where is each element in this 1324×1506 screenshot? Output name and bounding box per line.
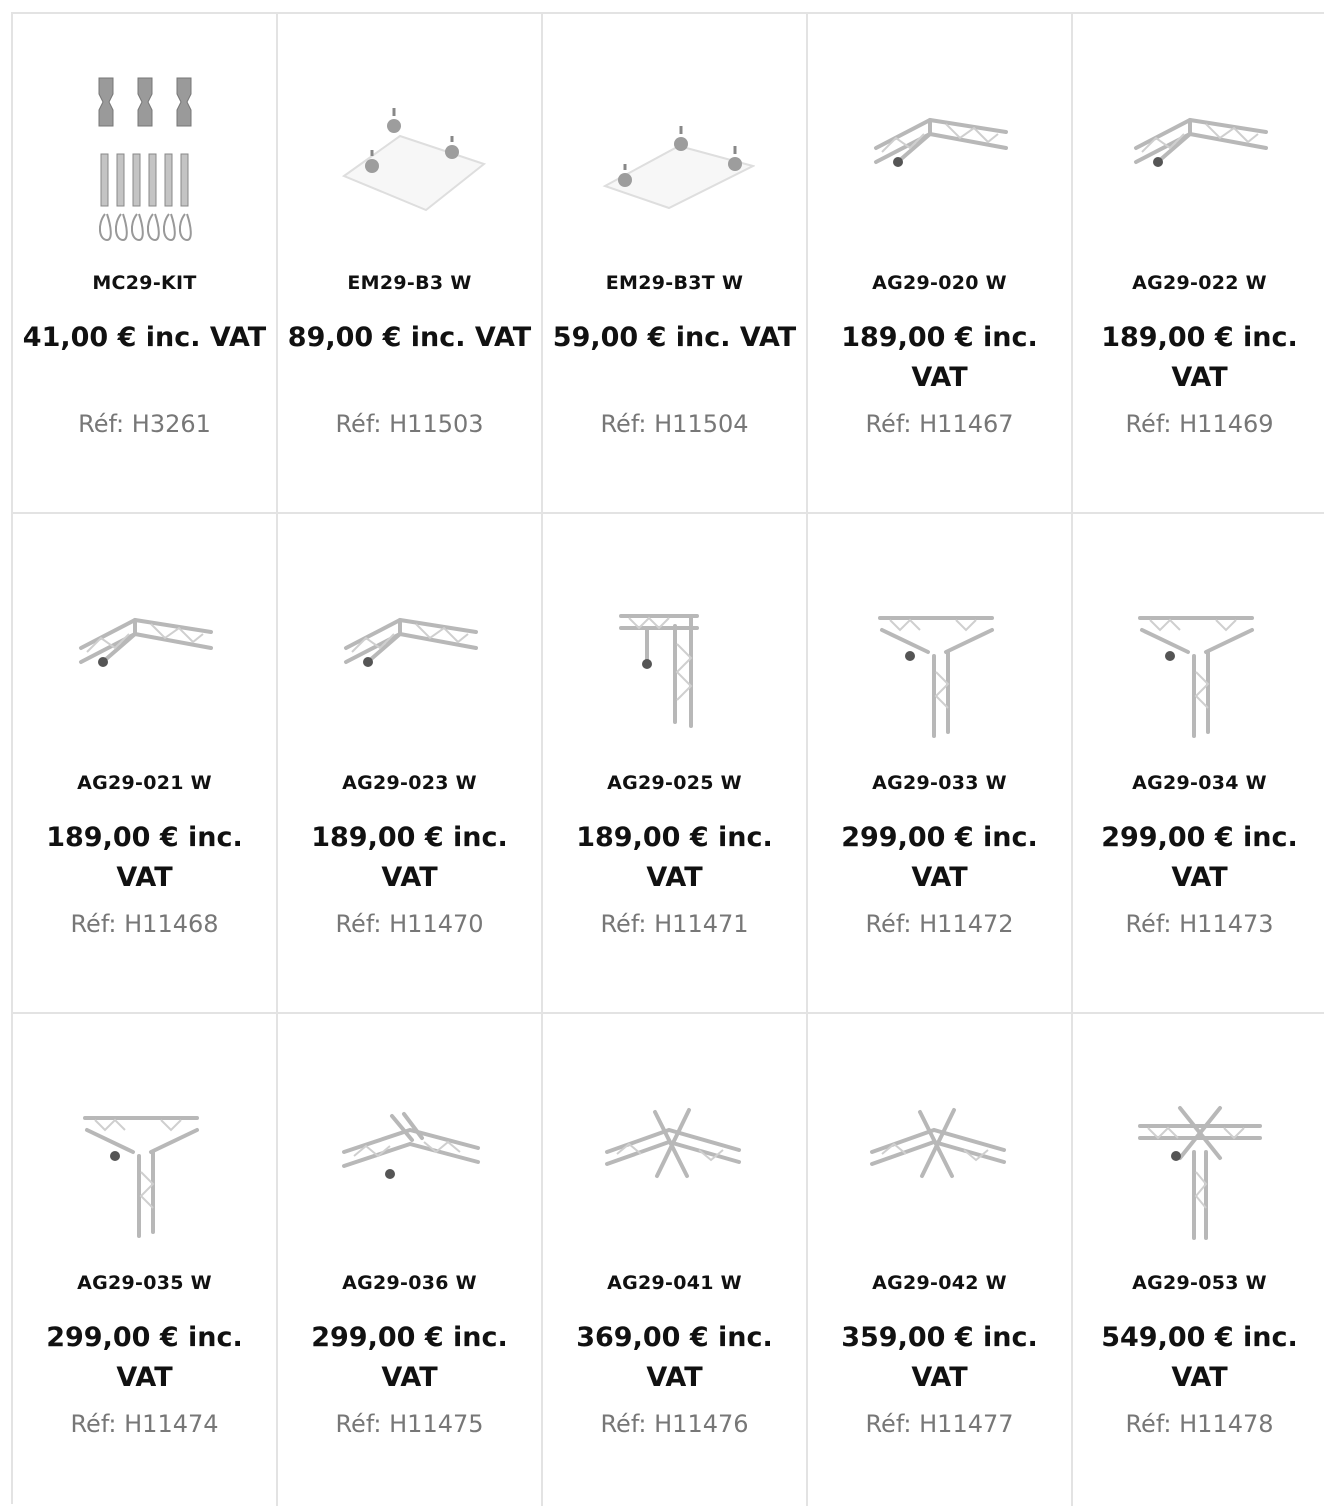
product-price: 359,00 € inc. VAT	[841, 1322, 1038, 1393]
product-price: 189,00 € inc. VAT	[576, 822, 773, 893]
product-name[interactable]: AG29-025 W	[543, 772, 806, 794]
product-price: 549,00 € inc. VAT	[1101, 1322, 1298, 1393]
product-name[interactable]: AG29-021 W	[13, 772, 276, 794]
truss-corner-2way-icon[interactable]	[330, 556, 490, 756]
product-reference: Réf: H11474	[70, 1410, 219, 1438]
product-reference: Réf: H11471	[600, 910, 749, 938]
product-price: 189,00 € inc. VAT	[311, 822, 508, 893]
product-reference: Réf: H11472	[865, 910, 1014, 938]
product-reference: Réf: H11476	[600, 1410, 749, 1438]
product-card[interactable]: AG29-034 W 299,00 € inc. VAT Réf: H11473	[1073, 514, 1324, 1014]
product-name[interactable]: AG29-020 W	[808, 272, 1071, 294]
base-plate-icon[interactable]	[330, 56, 490, 256]
product-reference: Réf: H11470	[335, 910, 484, 938]
product-card[interactable]: AG29-020 W 189,00 € inc. VAT Réf: H11467	[808, 14, 1073, 514]
product-name[interactable]: AG29-036 W	[278, 1272, 541, 1294]
product-name[interactable]: AG29-042 W	[808, 1272, 1071, 1294]
product-reference: Réf: H11478	[1125, 1410, 1274, 1438]
product-reference: Réf: H11475	[335, 1410, 484, 1438]
product-reference: Réf: H11467	[865, 410, 1014, 438]
truss-corner-3way-icon[interactable]	[1120, 556, 1280, 756]
coupler-kit-icon[interactable]	[65, 56, 225, 256]
product-name[interactable]: AG29-023 W	[278, 772, 541, 794]
truss-cross-4way-icon[interactable]	[860, 1056, 1020, 1256]
product-price: 299,00 € inc. VAT	[1101, 822, 1298, 893]
product-price: 299,00 € inc. VAT	[46, 1322, 243, 1393]
product-price: 189,00 € inc. VAT	[1101, 322, 1298, 393]
product-price: 299,00 € inc. VAT	[311, 1322, 508, 1393]
product-name[interactable]: AG29-022 W	[1073, 272, 1324, 294]
product-card[interactable]: AG29-036 W 299,00 € inc. VAT Réf: H11475	[278, 1014, 543, 1506]
product-name[interactable]: AG29-053 W	[1073, 1272, 1324, 1294]
product-price: 369,00 € inc. VAT	[576, 1322, 773, 1393]
product-card[interactable]: AG29-025 W 189,00 € inc. VAT Réf: H11471	[543, 514, 808, 1014]
product-card[interactable]: AG29-041 W 369,00 € inc. VAT Réf: H11476	[543, 1014, 808, 1506]
product-name[interactable]: EM29-B3 W	[278, 272, 541, 294]
product-card[interactable]: MC29-KIT 41,00 € inc. VAT Réf: H3261	[13, 14, 278, 514]
product-price: 189,00 € inc. VAT	[46, 822, 243, 893]
product-name[interactable]: MC29-KIT	[13, 272, 276, 294]
product-card[interactable]: AG29-035 W 299,00 € inc. VAT Réf: H11474	[13, 1014, 278, 1506]
product-price: 41,00 € inc. VAT	[22, 322, 267, 353]
product-reference: Réf: H11473	[1125, 910, 1274, 938]
product-card[interactable]: AG29-023 W 189,00 € inc. VAT Réf: H11470	[278, 514, 543, 1014]
truss-t-junction-icon[interactable]	[330, 1056, 490, 1256]
product-name[interactable]: AG29-035 W	[13, 1272, 276, 1294]
product-card[interactable]: AG29-033 W 299,00 € inc. VAT Réf: H11472	[808, 514, 1073, 1014]
product-name[interactable]: AG29-034 W	[1073, 772, 1324, 794]
product-card[interactable]: AG29-021 W 189,00 € inc. VAT Réf: H11468	[13, 514, 278, 1014]
truss-cross-4way-icon[interactable]	[595, 1056, 755, 1256]
truss-corner-2way-icon[interactable]	[1120, 56, 1280, 256]
product-name[interactable]: AG29-033 W	[808, 772, 1071, 794]
product-name[interactable]: EM29-B3T W	[543, 272, 806, 294]
product-card[interactable]: EM29-B3T W 59,00 € inc. VAT Réf: H11504	[543, 14, 808, 514]
product-card[interactable]: AG29-042 W 359,00 € inc. VAT Réf: H11477	[808, 1014, 1073, 1506]
truss-corner-vertical-icon[interactable]	[595, 556, 755, 756]
product-reference: Réf: H11504	[600, 410, 749, 438]
product-reference: Réf: H11469	[1125, 410, 1274, 438]
product-price: 59,00 € inc. VAT	[552, 322, 797, 353]
base-plate-triangle-icon[interactable]	[595, 56, 755, 256]
product-reference: Réf: H11468	[70, 910, 219, 938]
product-reference: Réf: H11477	[865, 1410, 1014, 1438]
truss-corner-2way-icon[interactable]	[65, 556, 225, 756]
product-reference: Réf: H11503	[335, 410, 484, 438]
truss-cross-5way-icon[interactable]	[1120, 1056, 1280, 1256]
product-grid: MC29-KIT 41,00 € inc. VAT Réf: H3261 EM29-…	[11, 12, 1324, 1506]
product-price: 189,00 € inc. VAT	[841, 322, 1038, 393]
product-price: 299,00 € inc. VAT	[841, 822, 1038, 893]
product-card[interactable]: AG29-022 W 189,00 € inc. VAT Réf: H11469	[1073, 14, 1324, 514]
truss-corner-3way-icon[interactable]	[65, 1056, 225, 1256]
product-card[interactable]: AG29-053 W 549,00 € inc. VAT Réf: H11478	[1073, 1014, 1324, 1506]
product-card[interactable]: EM29-B3 W 89,00 € inc. VAT Réf: H11503	[278, 14, 543, 514]
truss-corner-2way-icon[interactable]	[860, 56, 1020, 256]
product-price: 89,00 € inc. VAT	[287, 322, 532, 353]
product-reference: Réf: H3261	[78, 410, 211, 438]
truss-corner-3way-icon[interactable]	[860, 556, 1020, 756]
product-name[interactable]: AG29-041 W	[543, 1272, 806, 1294]
